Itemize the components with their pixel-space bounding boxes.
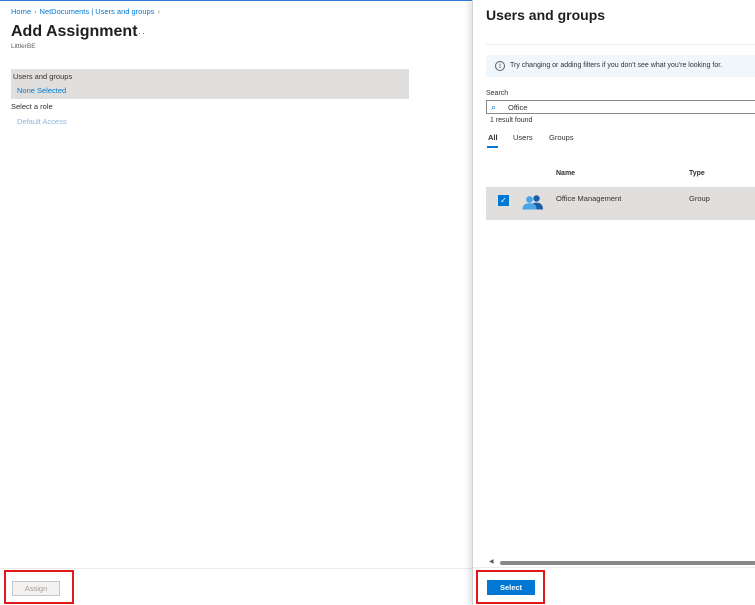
blade-title: Users and groups xyxy=(486,7,606,23)
chevron-right-icon: › xyxy=(34,7,37,16)
scrollbar-thumb[interactable] xyxy=(500,561,755,565)
tab-groups[interactable]: Groups xyxy=(549,133,574,142)
page-title: Add Assignment xyxy=(11,23,138,40)
table-row[interactable]: ✓ Office Management Group xyxy=(486,187,755,220)
search-input[interactable] xyxy=(508,102,748,113)
breadcrumb-home[interactable]: Home xyxy=(11,7,31,16)
info-text: Try changing or adding filters if you do… xyxy=(510,62,723,69)
column-header-type[interactable]: Type xyxy=(689,170,705,177)
info-bar: i Try changing or adding filters if you … xyxy=(486,55,755,77)
breadcrumb-users-groups[interactable]: NetDocuments | Users and groups xyxy=(40,7,155,16)
page-subtitle: LittlerBE xyxy=(11,43,36,50)
divider xyxy=(486,44,755,45)
horizontal-scrollbar[interactable]: ◀ xyxy=(486,558,755,566)
select-role-label: Select a role xyxy=(11,102,53,111)
users-groups-blade: Users and groups i Try changing or addin… xyxy=(472,0,755,605)
group-icon xyxy=(522,195,543,210)
chevron-right-icon: › xyxy=(157,7,160,16)
result-count: 1 result found xyxy=(490,117,533,124)
info-icon: i xyxy=(495,61,505,71)
checkmark-icon: ✓ xyxy=(500,196,507,205)
add-assignment-panel: Home › NetDocuments | Users and groups › Ad… xyxy=(0,0,472,605)
more-options-icon[interactable]: ··· xyxy=(134,28,146,38)
scroll-left-icon[interactable]: ◀ xyxy=(489,558,494,565)
row-type: Group xyxy=(689,194,710,203)
row-checkbox[interactable]: ✓ xyxy=(498,195,509,206)
users-groups-link[interactable]: None Selected xyxy=(17,86,66,95)
breadcrumb: Home › NetDocuments | Users and groups › xyxy=(11,7,163,16)
search-icon: ⌕ xyxy=(491,102,497,112)
search-label: Search xyxy=(486,90,509,97)
tab-all[interactable]: All xyxy=(488,133,498,142)
users-groups-label: Users and groups xyxy=(13,72,73,81)
role-link[interactable]: Default Access xyxy=(17,117,67,126)
search-box[interactable]: ⌕ xyxy=(486,100,755,114)
users-groups-field[interactable]: Users and groups None Selected xyxy=(11,69,409,99)
tab-users[interactable]: Users xyxy=(513,133,533,142)
assign-highlight-box xyxy=(4,570,74,604)
row-name: Office Management xyxy=(556,194,622,203)
select-highlight-box xyxy=(476,570,545,604)
active-tab-indicator xyxy=(487,146,498,148)
column-header-name[interactable]: Name xyxy=(556,170,575,177)
